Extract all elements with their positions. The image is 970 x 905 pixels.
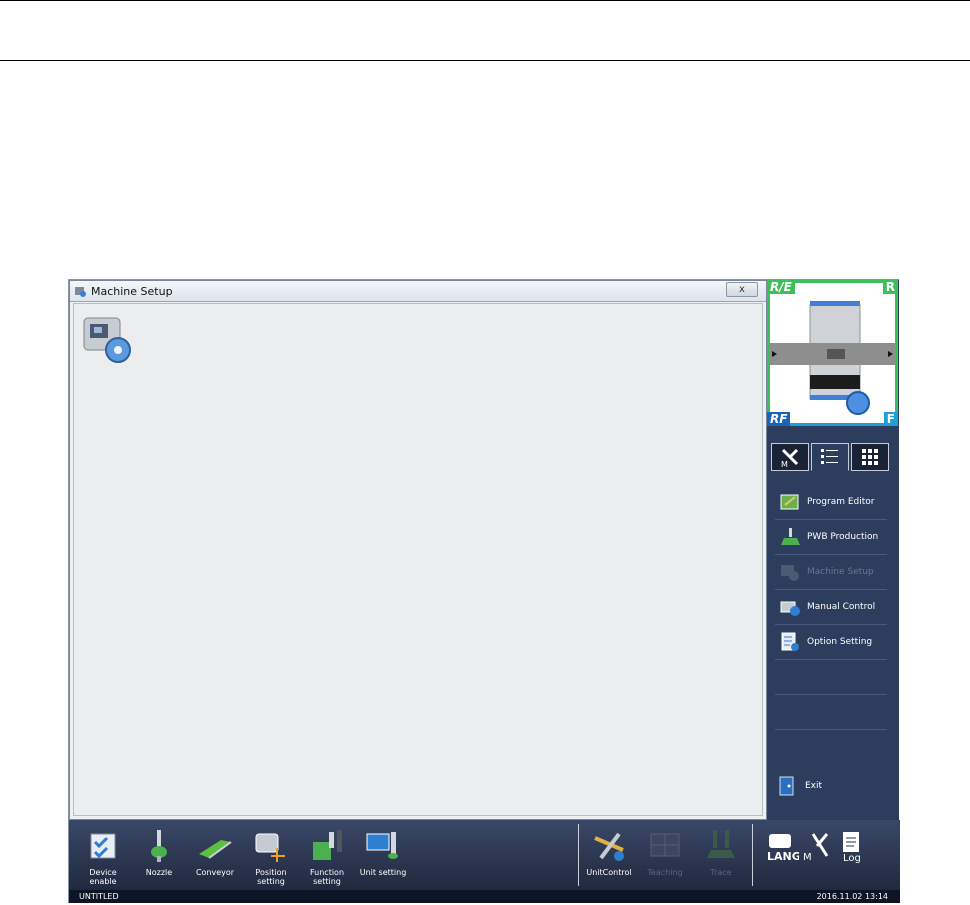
machine-screen: Machine Setup x R/E R RF F M Program Edi… (68, 279, 900, 903)
toolbar-label: Teaching (647, 868, 683, 877)
exit-button[interactable]: Exit (779, 776, 822, 796)
toolbar-label: Unit setting (359, 868, 407, 877)
machine-setup-icon (75, 286, 86, 297)
menu-item-label: Option Setting (807, 637, 873, 647)
menu-item-empty (775, 695, 887, 730)
toolbar-position-setting[interactable]: Position setting (243, 820, 299, 890)
log-icon: Log (843, 832, 861, 864)
toolbar-teaching[interactable]: Teaching (637, 820, 693, 890)
toolbar-separator (578, 824, 579, 886)
position-setting-icon (255, 833, 285, 862)
tab-maintenance[interactable]: M (771, 443, 809, 471)
pwb-production-icon (781, 528, 800, 545)
toolbar-label: Position setting (255, 868, 287, 886)
menu-item-label: Manual Control (807, 602, 876, 612)
toolbar-device-enable[interactable]: Device enable (75, 820, 131, 890)
bottom-toolbar: Device enable Nozzle Conveyor Position s… (69, 820, 900, 890)
side-panel: R/E R RF F M Program Editor PWB Producti… (767, 280, 899, 820)
language-icon: LANG (767, 834, 799, 863)
window-titlebar[interactable]: Machine Setup (70, 281, 766, 302)
machine-diagram-icon (770, 301, 895, 415)
exit-label: Exit (805, 781, 823, 791)
toolbar-nozzle[interactable]: Nozzle (131, 820, 187, 890)
svg-text:M: M (781, 460, 788, 468)
menu-item-empty (775, 660, 887, 695)
window-title: Machine Setup (91, 284, 173, 298)
trace-icon (707, 830, 735, 858)
toolbar-label: UnitControl (586, 868, 632, 877)
menu-item-program-editor[interactable]: Program Editor (775, 485, 887, 520)
nozzle-icon (151, 830, 167, 862)
tab-list[interactable] (811, 443, 849, 471)
maintenance-label: M (803, 852, 812, 863)
side-menu: Program Editor PWB Production Machine Se… (775, 485, 887, 730)
machine-setup-icon (83, 317, 131, 363)
program-editor-icon (780, 494, 799, 510)
header-rule-bottom (0, 60, 970, 61)
toolbar-conveyor[interactable]: Conveyor (187, 820, 243, 890)
side-tabs: M (771, 443, 889, 471)
menu-item-manual-control[interactable]: Manual Control (775, 590, 887, 625)
maintenance-icon: M (781, 448, 799, 468)
conveyor-icon (199, 840, 232, 859)
toolbar-log[interactable]: Log (833, 820, 869, 890)
toolbar-language[interactable]: LANG (761, 820, 801, 890)
status-bar: UNTITLED 2016.11.02 13:14 (69, 890, 900, 903)
toolbar-label: Function setting (309, 868, 345, 886)
toolbar-separator (752, 824, 753, 886)
toolbar-label: Conveyor (195, 868, 235, 877)
toolbar-label: Trace (710, 868, 732, 877)
list-icon (821, 449, 838, 464)
unit-control-icon (594, 832, 624, 861)
machine-setup-window: Machine Setup x (69, 280, 767, 820)
option-setting-icon (781, 632, 799, 651)
status-filename: UNTITLED (79, 892, 119, 901)
menu-item-machine-setup[interactable]: Machine Setup (775, 555, 887, 590)
toolbar-unit-control[interactable]: UnitControl (581, 820, 637, 890)
log-label: Log (843, 853, 861, 864)
manual-control-icon (780, 601, 800, 616)
toolbar-label: Device enable (89, 868, 117, 886)
toolbar-maintenance[interactable]: M (799, 820, 835, 890)
menu-item-label: Machine Setup (807, 567, 874, 577)
machine-setup-icon (781, 565, 799, 581)
toolbar-label: Nozzle (145, 868, 173, 877)
machine-minimap[interactable]: R/E R RF F (767, 280, 898, 426)
menu-item-option-setting[interactable]: Option Setting (775, 625, 887, 660)
toolbar-unit-setting[interactable]: Unit setting (355, 820, 411, 890)
toolbar-function-setting[interactable]: Function setting (299, 820, 355, 890)
language-label: LANG (767, 850, 799, 863)
unit-setting-icon (366, 832, 398, 859)
tab-grid[interactable] (851, 443, 889, 471)
menu-item-label: Program Editor (807, 497, 875, 507)
menu-item-pwb-production[interactable]: PWB Production (775, 520, 887, 555)
grid-icon (862, 449, 878, 465)
window-body (73, 303, 763, 816)
header-rule-top (0, 0, 970, 1)
menu-item-label: PWB Production (807, 532, 879, 542)
status-datetime: 2016.11.02 13:14 (816, 892, 888, 901)
maintenance-icon: M (803, 833, 829, 863)
close-button[interactable]: x (726, 282, 758, 297)
toolbar-trace[interactable]: Trace (693, 820, 749, 890)
teaching-icon (650, 833, 680, 857)
device-enable-icon (90, 833, 116, 859)
function-setting-icon (313, 830, 342, 860)
exit-door-icon (779, 776, 794, 796)
